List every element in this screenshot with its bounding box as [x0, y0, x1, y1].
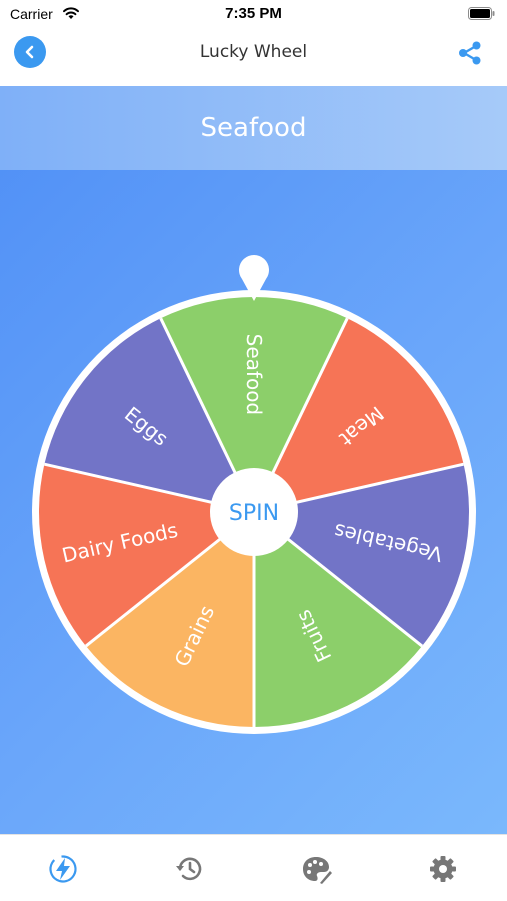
status-bar: Carrier 7:35 PM: [0, 0, 507, 30]
gear-icon[interactable]: [427, 853, 459, 885]
wheel-area: Seafood Seafood Meat Vegetables Fruits Grain…: [0, 86, 507, 834]
page-title: Lucky Wheel: [199, 42, 308, 62]
spin-label: SPIN: [229, 501, 279, 526]
clock: 7:35 PM: [225, 5, 282, 22]
lightning-icon[interactable]: [47, 853, 79, 885]
tab-bar: [0, 834, 507, 901]
palette-icon[interactable]: [300, 853, 332, 885]
wheel-segment-label: Seafood: [242, 334, 266, 415]
history-icon[interactable]: [174, 853, 206, 885]
spin-button[interactable]: SPIN: [210, 468, 298, 556]
battery-icon: [468, 7, 495, 20]
lucky-wheel[interactable]: SeafoodMeatVegetablesFruitsGrainsDairy F…: [0, 86, 507, 834]
share-icon[interactable]: [455, 38, 485, 68]
nav-bar: Lucky Wheel: [0, 30, 507, 87]
